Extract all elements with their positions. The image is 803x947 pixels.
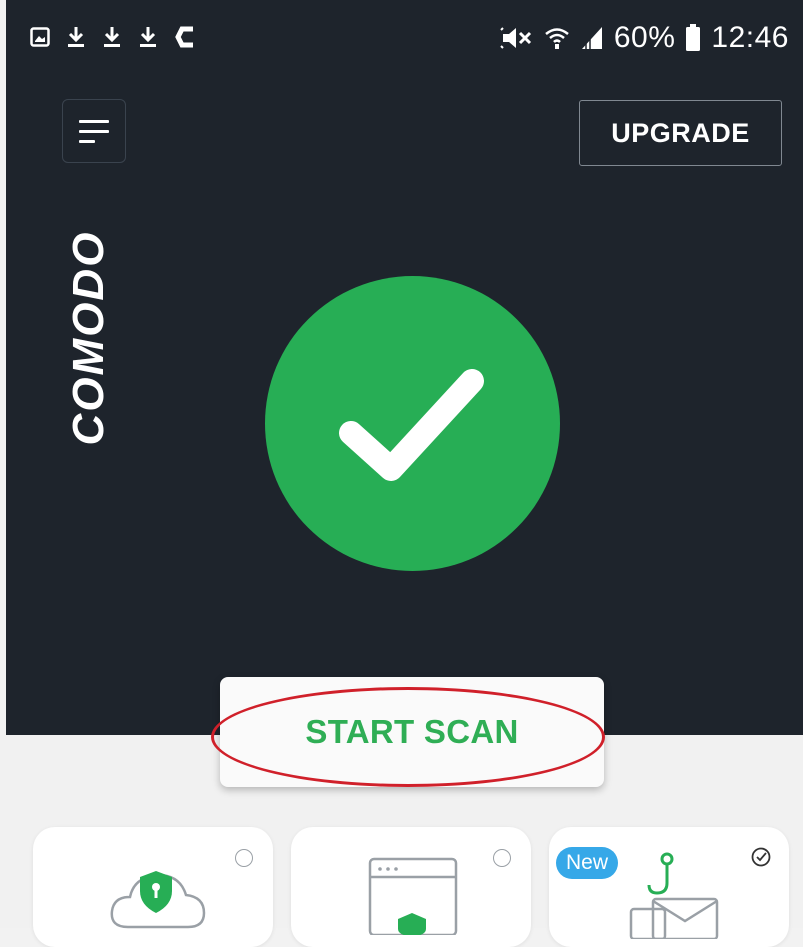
card-radio[interactable]: [235, 849, 253, 867]
download-icon: [104, 27, 120, 47]
mute-icon: [500, 27, 531, 49]
feature-card-phishing[interactable]: [549, 827, 789, 947]
wifi-icon: [545, 28, 569, 49]
download-icon: [68, 27, 84, 47]
menu-button[interactable]: [62, 99, 126, 163]
signal-icon: [581, 27, 602, 49]
feature-card-cloud[interactable]: [33, 827, 273, 947]
ccleaner-icon: [175, 26, 193, 48]
phishing-email-icon: [629, 852, 719, 939]
start-scan-button[interactable]: START SCAN: [220, 677, 604, 787]
card-radio[interactable]: [493, 849, 511, 867]
cloud-shield-icon: [110, 871, 206, 929]
download-icon: [140, 27, 156, 47]
feature-card-browser[interactable]: [291, 827, 531, 947]
protection-status-indicator: [265, 276, 560, 571]
battery-percent: 60%: [613, 21, 676, 54]
hamburger-icon: [79, 120, 109, 143]
clock: 12:46: [711, 21, 789, 54]
status-bar: 60% 12:46: [6, 0, 803, 80]
check-icon: [339, 369, 484, 481]
system-icons: 60% 12:46: [500, 18, 789, 58]
upgrade-button[interactable]: UPGRADE: [579, 100, 782, 166]
checked-circle-icon[interactable]: [750, 846, 772, 868]
logo-text: COMODO: [64, 230, 113, 446]
image-icon: [30, 27, 50, 47]
notification-icons: [30, 22, 196, 52]
battery-icon: [686, 24, 701, 51]
browser-shield-icon: [368, 857, 458, 935]
new-badge: New: [556, 847, 618, 879]
